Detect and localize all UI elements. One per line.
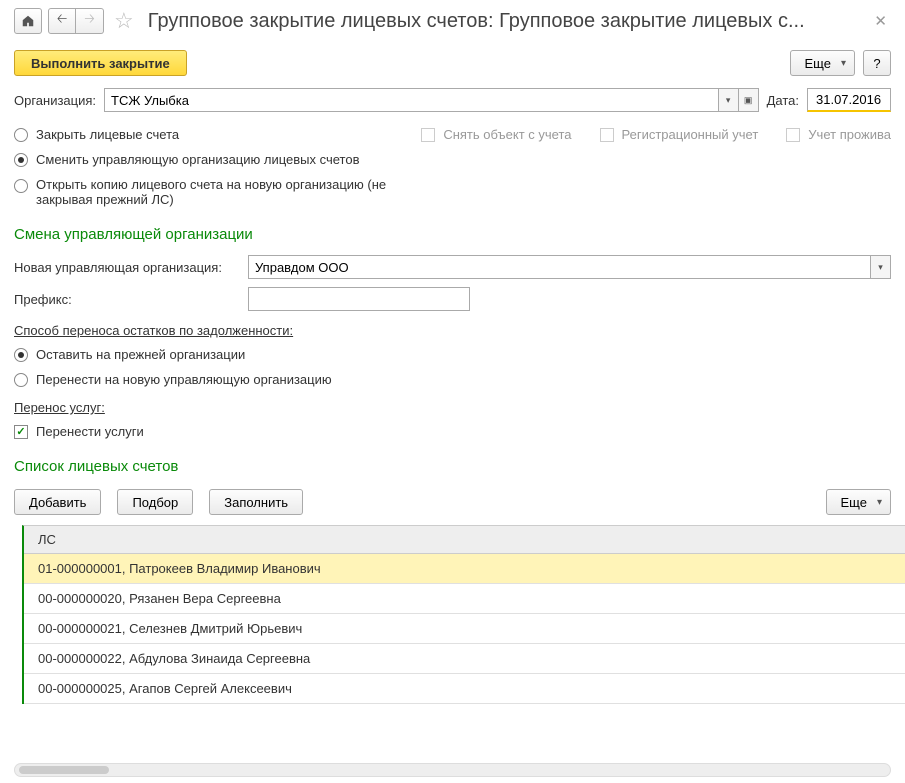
column-header-ls[interactable]: ЛС bbox=[24, 526, 905, 554]
table-row[interactable]: 01-000000001, Патрокеев Владимир Иванови… bbox=[24, 554, 905, 584]
checkbox-registration-label: Регистрационный учет bbox=[622, 127, 759, 142]
radio-close-accounts[interactable] bbox=[14, 128, 28, 142]
table-row[interactable]: 00-000000020, Рязанен Вера Сергеевна bbox=[24, 584, 905, 614]
table-row[interactable]: 00-000000021, Селезнев Дмитрий Юрьевич bbox=[24, 614, 905, 644]
home-icon bbox=[21, 14, 35, 28]
radio-keep-old-org-label: Оставить на прежней организации bbox=[36, 347, 245, 362]
radio-open-copy-label: Открыть копию лицевого счета на новую ор… bbox=[36, 177, 416, 207]
page-title: Групповое закрытие лицевых счетов: Групп… bbox=[148, 10, 865, 33]
radio-move-new-org[interactable] bbox=[14, 373, 28, 387]
home-button[interactable] bbox=[14, 8, 42, 34]
radio-change-org[interactable] bbox=[14, 153, 28, 167]
execute-close-button[interactable]: Выполнить закрытие bbox=[14, 50, 187, 76]
pick-button[interactable]: Подбор bbox=[117, 489, 193, 515]
organization-input[interactable] bbox=[104, 88, 719, 112]
chevron-down-icon: ▾ bbox=[878, 262, 883, 273]
radio-open-copy[interactable] bbox=[14, 179, 28, 193]
help-button[interactable]: ? bbox=[863, 50, 891, 76]
favorite-star-icon[interactable]: ☆ bbox=[110, 8, 138, 34]
arrow-right-icon: 🡢 bbox=[84, 10, 95, 32]
radio-move-new-org-label: Перенести на новую управляющую организац… bbox=[36, 372, 332, 387]
add-button[interactable]: Добавить bbox=[14, 489, 101, 515]
organization-label: Организация: bbox=[14, 93, 96, 108]
date-label: Дата: bbox=[767, 93, 799, 108]
prefix-input[interactable] bbox=[248, 287, 470, 311]
arrow-left-icon: 🡠 bbox=[57, 10, 68, 32]
prefix-label: Префикс: bbox=[14, 292, 240, 307]
new-org-label: Новая управляющая организация: bbox=[14, 260, 240, 275]
checkbox-residence bbox=[786, 128, 800, 142]
checkbox-remove-object-label: Снять объект с учета bbox=[443, 127, 571, 142]
open-icon: ▣ bbox=[744, 95, 753, 106]
accounts-table: ЛС 01-000000001, Патрокеев Владимир Иван… bbox=[22, 525, 905, 704]
accounts-more-button[interactable]: Еще bbox=[826, 489, 891, 515]
fill-button[interactable]: Заполнить bbox=[209, 489, 303, 515]
checkbox-remove-object bbox=[421, 128, 435, 142]
chevron-down-icon: ▾ bbox=[726, 95, 731, 106]
table-row[interactable]: 00-000000025, Агапов Сергей Алексеевич bbox=[24, 674, 905, 704]
section-accounts-title: Список лицевых счетов bbox=[0, 444, 905, 483]
section-change-org-title: Смена управляющей организации bbox=[0, 212, 905, 251]
checkbox-residence-label: Учет прожива bbox=[808, 127, 891, 142]
back-button[interactable]: 🡠 bbox=[48, 8, 76, 34]
horizontal-scrollbar[interactable] bbox=[14, 763, 891, 777]
date-input[interactable] bbox=[807, 88, 891, 112]
transfer-method-sublabel: Способ переноса остатков по задолженност… bbox=[0, 315, 905, 342]
checkbox-transfer-services-label: Перенести услуги bbox=[36, 424, 144, 439]
radio-close-accounts-label: Закрыть лицевые счета bbox=[36, 127, 179, 142]
radio-change-org-label: Сменить управляющую организацию лицевых … bbox=[36, 152, 359, 167]
checkbox-registration bbox=[600, 128, 614, 142]
forward-button[interactable]: 🡢 bbox=[76, 8, 104, 34]
radio-keep-old-org[interactable] bbox=[14, 348, 28, 362]
services-transfer-sublabel: Перенос услуг: bbox=[0, 392, 905, 419]
table-row[interactable]: 00-000000022, Абдулова Зинаида Сергеевна bbox=[24, 644, 905, 674]
close-button[interactable]: ✕ bbox=[870, 12, 891, 30]
new-org-dropdown-button[interactable]: ▾ bbox=[871, 255, 891, 279]
new-org-input[interactable] bbox=[248, 255, 871, 279]
open-button[interactable]: ▣ bbox=[739, 88, 759, 112]
checkbox-transfer-services[interactable] bbox=[14, 425, 28, 439]
more-button[interactable]: Еще bbox=[790, 50, 855, 76]
dropdown-button[interactable]: ▾ bbox=[719, 88, 739, 112]
